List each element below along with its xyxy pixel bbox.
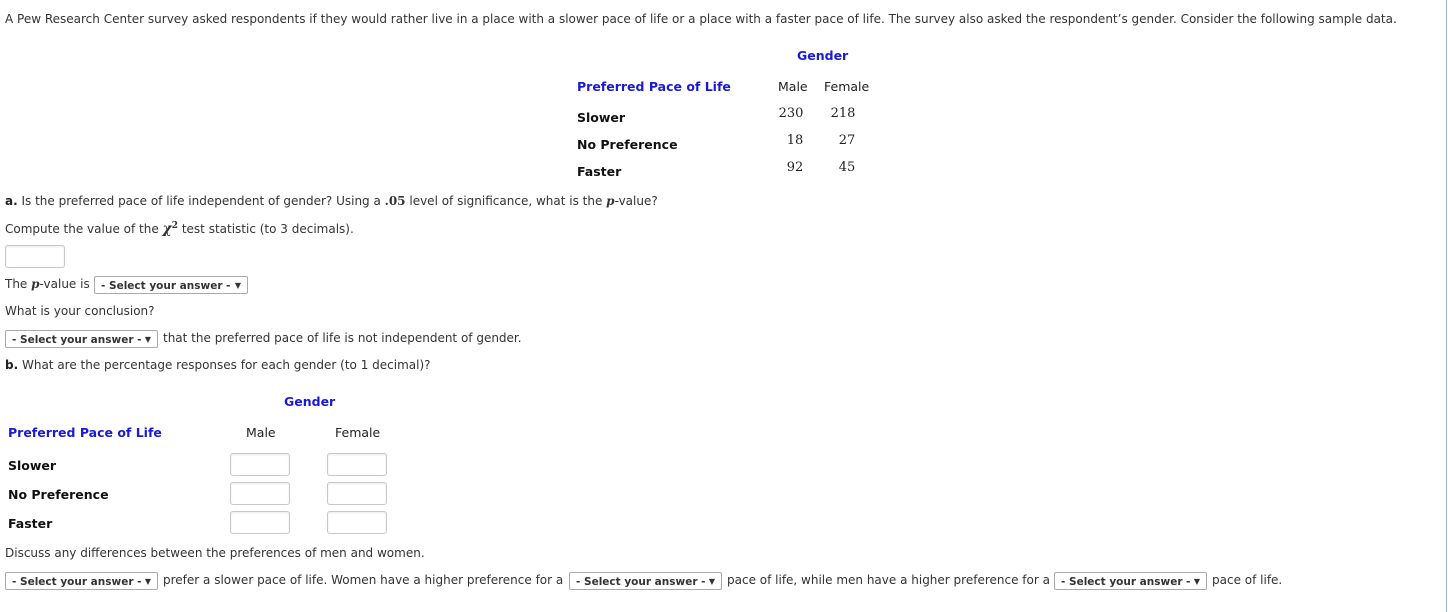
discuss-text-1: prefer a slower pace of life. Women have…: [163, 573, 564, 587]
cell-slower-male: 230: [778, 106, 804, 121]
cell-faster-female: 45: [838, 160, 856, 175]
gender-header: Gender: [797, 48, 849, 63]
chi-square-input[interactable]: [5, 245, 65, 268]
col-male: Male: [778, 79, 808, 94]
pct-nopref-female-input[interactable]: [327, 482, 387, 505]
discuss-select-2[interactable]: - Select your answer - ▼: [569, 572, 722, 590]
discuss-text-3: pace of life.: [1212, 573, 1283, 587]
conclusion-select[interactable]: - Select your answer - ▼: [5, 330, 158, 348]
pvalue-label: The p-value is: [5, 277, 90, 291]
pct-slower-female-input[interactable]: [327, 453, 387, 476]
dropdown-arrow-icon: ▼: [234, 281, 241, 290]
cell-faster-male: 92: [786, 160, 804, 175]
conclusion-text: that the preferred pace of life is not i…: [163, 331, 522, 345]
cell-nopref-female: 27: [838, 133, 856, 148]
part-b-question: b. What are the percentage responses for…: [5, 358, 431, 372]
discuss-prompt: Discuss any differences between the pref…: [5, 546, 425, 560]
row-label-slower: Slower: [577, 110, 626, 125]
dropdown-arrow-icon: ▼: [144, 335, 151, 344]
panel-border: [1446, 0, 1447, 612]
pvalue-select[interactable]: - Select your answer - ▼: [94, 276, 248, 294]
pct-nopref-male-input[interactable]: [230, 482, 290, 505]
row-label-faster: Faster: [577, 164, 622, 179]
conclusion-question: What is your conclusion?: [5, 304, 155, 318]
pct-faster-male-input[interactable]: [230, 511, 290, 534]
pace-header: Preferred Pace of Life: [577, 79, 731, 94]
row-label-slower-b: Slower: [8, 458, 57, 473]
pct-faster-female-input[interactable]: [327, 511, 387, 534]
gender-header-b: Gender: [284, 394, 336, 409]
discuss-text-2: pace of life, while men have a higher pr…: [727, 573, 1050, 587]
dropdown-arrow-icon: ▼: [1193, 577, 1200, 586]
intro-text: A Pew Research Center survey asked respo…: [5, 12, 1397, 26]
cell-nopref-male: 18: [786, 133, 804, 148]
col-male-b: Male: [246, 425, 276, 440]
part-a-question: a. Is the preferred pace of life indepen…: [5, 194, 658, 208]
compute-instruction: Compute the value of the χ2 test statist…: [5, 221, 354, 237]
row-label-nopref: No Preference: [577, 137, 678, 152]
row-label-nopref-b: No Preference: [8, 487, 109, 502]
cell-slower-female: 218: [830, 106, 856, 121]
pace-header-b: Preferred Pace of Life: [8, 425, 162, 440]
dropdown-arrow-icon: ▼: [708, 577, 715, 586]
col-female-b: Female: [335, 425, 381, 440]
discuss-select-1[interactable]: - Select your answer - ▼: [5, 572, 158, 590]
col-female: Female: [824, 79, 870, 94]
discuss-select-3[interactable]: - Select your answer - ▼: [1054, 572, 1207, 590]
row-label-faster-b: Faster: [8, 516, 53, 531]
dropdown-arrow-icon: ▼: [144, 577, 151, 586]
pct-slower-male-input[interactable]: [230, 453, 290, 476]
